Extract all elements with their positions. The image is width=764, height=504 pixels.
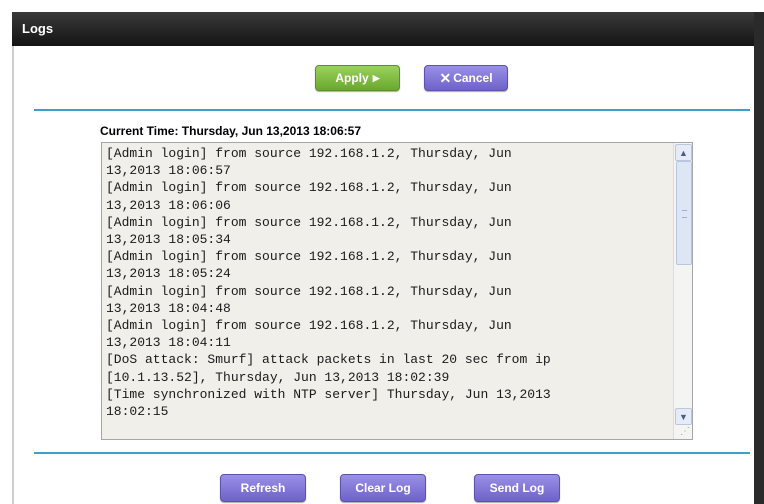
chevron-down-icon[interactable]: ▼ [675, 408, 692, 425]
cancel-button[interactable]: ✕ Cancel [424, 65, 508, 91]
current-time-label: Current Time: Thursday, Jun 13,2013 18:0… [100, 124, 361, 138]
clear-log-label: Clear Log [355, 481, 411, 495]
chevron-up-icon[interactable]: ▲ [675, 144, 692, 161]
divider-top [34, 109, 750, 111]
apply-label: Apply [335, 71, 369, 85]
play-arrow-icon: ▶ [372, 72, 380, 83]
send-log-label: Send Log [489, 481, 545, 495]
resize-grip-icon[interactable]: ⋰ [680, 426, 690, 437]
close-icon: ✕ [439, 69, 452, 86]
log-text: [Admin login] from source 192.168.1.2, T… [106, 146, 551, 420]
refresh-button[interactable]: Refresh [220, 474, 306, 502]
grip-icon [682, 210, 687, 218]
refresh-label: Refresh [240, 481, 286, 495]
title-bar: Logs [12, 12, 764, 46]
page-title: Logs [22, 21, 54, 36]
cancel-label: Cancel [453, 71, 493, 85]
send-log-button[interactable]: Send Log [474, 474, 560, 502]
logs-page: Logs Apply ▶ ✕ Cancel Current Time: Thur… [0, 0, 764, 504]
scrollbar-thumb[interactable] [676, 161, 692, 265]
logs-panel: Apply ▶ ✕ Cancel Current Time: Thursday,… [14, 46, 754, 504]
divider-bottom [34, 452, 750, 454]
apply-button[interactable]: Apply ▶ [315, 65, 400, 91]
log-textarea[interactable]: [Admin login] from source 192.168.1.2, T… [101, 142, 693, 440]
window-border [754, 12, 764, 504]
clear-log-button[interactable]: Clear Log [340, 474, 426, 502]
log-scrollbar[interactable]: ▲ ▼ [673, 143, 692, 439]
